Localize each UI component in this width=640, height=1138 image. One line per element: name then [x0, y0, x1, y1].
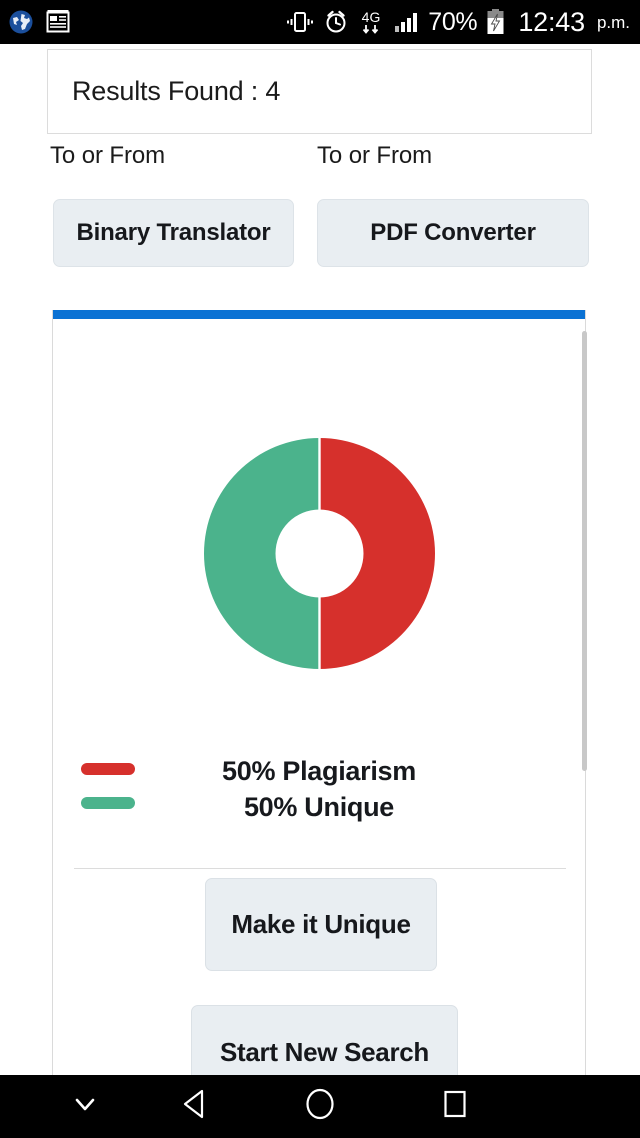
status-bar-right-icons: 4G 70% 12:43 p.m.	[286, 8, 630, 36]
globe-icon	[8, 9, 34, 35]
scrollbar-thumb[interactable]	[582, 331, 587, 771]
svg-text:4G: 4G	[362, 9, 381, 25]
battery-charging-icon	[486, 8, 505, 36]
start-new-search-button[interactable]: Start New Search	[191, 1005, 458, 1075]
back-button[interactable]	[150, 1075, 240, 1138]
alarm-icon	[323, 9, 349, 35]
make-it-unique-button[interactable]: Make it Unique	[205, 878, 437, 971]
chart-legend: 50% Plagiarism 50% Unique	[53, 753, 585, 833]
vibrate-icon	[286, 10, 314, 34]
legend-label-unique: 50% Unique	[243, 792, 395, 822]
results-found-card: Results Found : 4	[47, 49, 592, 134]
plagiarism-donut-chart	[53, 432, 585, 675]
news-icon	[46, 9, 70, 35]
app-content: Results Found : 4 To or From To or From …	[0, 44, 640, 1075]
battery-percent-label: 70%	[428, 7, 478, 36]
tool-labels-row: To or From To or From	[0, 142, 640, 182]
card-accent-bar	[53, 310, 585, 319]
chevron-down-icon	[69, 1088, 101, 1125]
results-found-label: Results Found : 4	[72, 76, 281, 106]
section-divider	[74, 868, 566, 869]
legend-labels: 50% Plagiarism 50% Unique	[53, 753, 585, 825]
clock-time-label: 12:43	[518, 6, 585, 37]
back-triangle-icon	[179, 1087, 211, 1126]
status-bar: 4G 70% 12:43 p.m.	[0, 0, 640, 44]
clock-ampm-label: p.m.	[596, 12, 630, 32]
donut-slice-unique	[203, 438, 319, 669]
tool-buttons-row: Binary Translator PDF Converter	[0, 199, 640, 269]
tool-label-right: To or From	[317, 142, 433, 169]
donut-slice-plagiarism	[319, 438, 435, 669]
home-circle-icon	[303, 1087, 337, 1126]
hide-keyboard-button[interactable]	[50, 1075, 120, 1138]
recent-apps-button[interactable]	[420, 1075, 490, 1138]
legend-label-plagiarism: 50% Plagiarism	[222, 756, 416, 786]
signal-bars-icon	[393, 10, 419, 34]
home-button[interactable]	[285, 1075, 355, 1138]
pdf-converter-button[interactable]: PDF Converter	[317, 199, 589, 267]
binary-translator-button[interactable]: Binary Translator	[53, 199, 294, 267]
android-navigation-bar	[0, 1075, 640, 1138]
network-4g-icon: 4G	[358, 9, 384, 36]
recents-square-icon	[439, 1088, 471, 1125]
tool-label-left: To or From	[50, 142, 166, 169]
status-bar-left-icons	[8, 9, 70, 35]
scrollbar-track[interactable]	[581, 319, 587, 1075]
donut-svg	[203, 438, 435, 669]
plagiarism-report-card: 50% Plagiarism 50% Unique Make it Unique…	[52, 310, 587, 1075]
